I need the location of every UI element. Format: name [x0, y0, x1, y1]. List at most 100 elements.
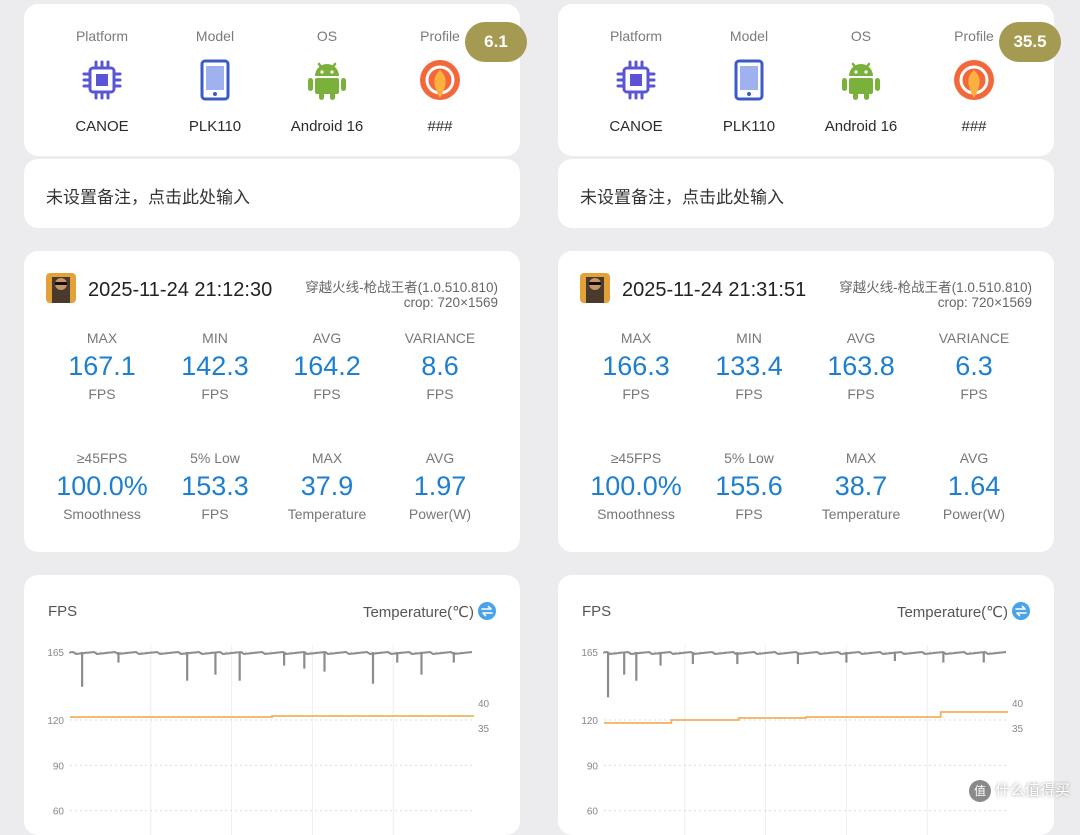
profile-icon: [954, 60, 994, 100]
metric-value: 8.6: [421, 351, 459, 381]
metric-fps-avg: AVG 164.2 FPS: [271, 329, 383, 403]
metric-value: 1.64: [947, 471, 1001, 501]
metric-label: MIN: [202, 330, 228, 346]
note-text[interactable]: 未设置备注，点击此处输入: [580, 183, 784, 208]
metric-unit: Smoothness: [63, 506, 141, 522]
chip-icon: [82, 60, 122, 100]
metric-unit: Power(W): [408, 506, 472, 522]
metric-fps-avg: AVG 163.8 FPS: [805, 329, 917, 403]
watermark: 值什么值得买: [968, 779, 1070, 802]
metric-label: ≥45FPS: [76, 450, 128, 466]
session-time: 2025-11-24 21:12:30: [88, 279, 273, 301]
android-icon: [308, 62, 346, 100]
metric-value: 133.4: [715, 351, 783, 381]
game-name: 穿越火线-枪战王者(1.0.510.810): [305, 280, 498, 295]
metric-unit: FPS: [847, 386, 875, 402]
note-text[interactable]: 未设置备注，点击此处输入: [46, 183, 250, 208]
model-value: PLK110: [188, 118, 242, 135]
fps-tick-label: 165: [47, 648, 64, 659]
metric-value: 142.3: [181, 351, 249, 381]
metric-label: MAX: [620, 330, 652, 346]
swap-icon[interactable]: [478, 602, 496, 620]
device-platform: Platform CANOE: [580, 4, 692, 156]
phone-icon: [734, 59, 764, 101]
metric-unit: FPS: [622, 386, 650, 402]
metric-value: 155.6: [715, 471, 783, 501]
metric-label: AVG: [425, 450, 455, 466]
fps-tick-label: 60: [53, 807, 65, 818]
metric-unit: FPS: [426, 386, 454, 402]
metric-low5: 5% Low 155.6 FPS: [693, 449, 805, 523]
graph-title-fps: FPS: [48, 603, 78, 620]
metric-power-avg: AVG 1.64 Power(W): [918, 449, 1030, 523]
device-platform: Platform CANOE: [46, 4, 158, 156]
metric-unit: FPS: [201, 506, 229, 522]
metric-value: 38.7: [834, 471, 888, 501]
metric-fps-max: MAX 166.3 FPS: [580, 329, 692, 403]
metric-label: VARIANCE: [938, 330, 1010, 346]
note-card[interactable]: 未设置备注，点击此处输入: [558, 159, 1054, 228]
graph-card: FPS Temperature(℃) 165 120 90 60 40 35: [24, 575, 520, 835]
os-label: OS: [850, 28, 872, 44]
metric-value: 37.9: [300, 471, 354, 501]
watermark-text: 什么值得买: [994, 781, 1070, 799]
game-icon: [580, 273, 610, 303]
metric-smoothness: ≥45FPS 100.0% Smoothness: [46, 449, 158, 523]
chip-icon: [616, 60, 656, 100]
platform-label: Platform: [609, 28, 663, 44]
metric-low5: 5% Low 153.3 FPS: [159, 449, 271, 523]
metric-value: 153.3: [181, 471, 249, 501]
model-label: Model: [195, 28, 235, 44]
temp-tick-label: 40: [478, 699, 490, 710]
metric-unit: Smoothness: [597, 506, 675, 522]
fps-tick-label: 165: [581, 648, 598, 659]
metric-label: MAX: [86, 330, 118, 346]
crop-size: crop: 720×1569: [403, 295, 498, 310]
metric-label: VARIANCE: [404, 330, 476, 346]
metric-unit: FPS: [88, 386, 116, 402]
metric-label: MIN: [736, 330, 762, 346]
metric-value: 100.0%: [56, 471, 148, 501]
note-card[interactable]: 未设置备注，点击此处输入: [24, 159, 520, 228]
watermark-logo-icon: 值: [968, 780, 991, 802]
crop-size: crop: 720×1569: [937, 295, 1032, 310]
metric-fps-max: MAX 167.1 FPS: [46, 329, 158, 403]
platform-value: CANOE: [609, 118, 663, 135]
temp-tick-label: 35: [478, 724, 490, 735]
fps-tick-label: 90: [587, 761, 599, 772]
graph-title-temperature: Temperature(℃): [362, 604, 474, 621]
metric-value: 167.1: [68, 351, 136, 381]
metric-value: 164.2: [293, 351, 361, 381]
metric-label: AVG: [846, 330, 876, 346]
device-model: Model PLK110: [159, 4, 271, 156]
metric-unit: FPS: [960, 386, 988, 402]
metric-fps-variance: VARIANCE 6.3 FPS: [918, 329, 1030, 403]
metric-fps-min: MIN 142.3 FPS: [159, 329, 271, 403]
metric-unit: Temperature: [821, 506, 901, 522]
temperature-line: [70, 715, 474, 718]
fps-tick-label: 60: [587, 807, 599, 818]
metric-label: AVG: [959, 450, 989, 466]
metric-label: 5% Low: [724, 450, 774, 466]
metric-label: 5% Low: [190, 450, 240, 466]
fps-tick-label: 120: [581, 716, 598, 727]
os-value: Android 16: [824, 118, 898, 135]
metric-fps-min: MIN 133.4 FPS: [693, 329, 805, 403]
metric-fps-variance: VARIANCE 8.6 FPS: [384, 329, 496, 403]
fps-tick-label: 90: [53, 761, 65, 772]
fps-temperature-graph: 165 120 90 60 40 35: [47, 645, 490, 835]
metric-power-avg: AVG 1.97 Power(W): [384, 449, 496, 523]
platform-label: Platform: [75, 28, 129, 44]
os-label: OS: [316, 28, 338, 44]
device-os: OS Android 16: [271, 4, 383, 156]
temperature-line: [604, 711, 1008, 724]
game-icon: [46, 273, 76, 303]
device-info-card: Platform CANOE Model PLK110 OS Android 1…: [558, 4, 1061, 156]
metric-unit: Temperature: [287, 506, 367, 522]
metric-value: 163.8: [827, 351, 895, 381]
os-value: Android 16: [290, 118, 364, 135]
stats-card: 2025-11-24 21:12:30 穿越火线-枪战王者(1.0.510.81…: [24, 251, 520, 552]
swap-icon[interactable]: [1012, 602, 1030, 620]
metric-unit: FPS: [313, 386, 341, 402]
metric-unit: FPS: [201, 386, 229, 402]
